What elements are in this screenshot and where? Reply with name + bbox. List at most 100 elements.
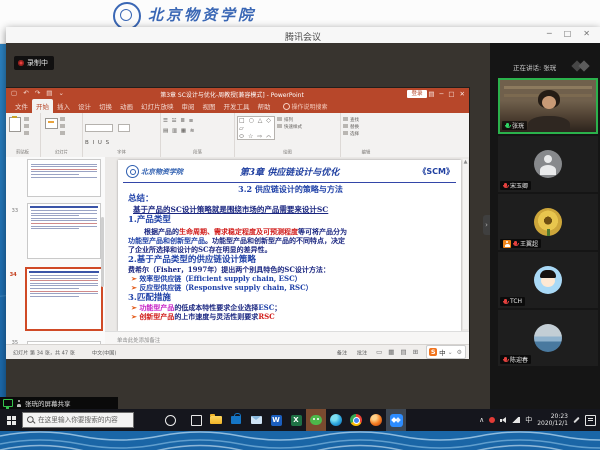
replace-button[interactable]: 替换 [343,123,389,129]
participant-tile-2[interactable]: 王翼超 [498,194,598,250]
volume-icon[interactable] [500,417,507,424]
copy-button[interactable] [24,123,38,129]
notes-pane[interactable]: 单击此处添加备注 [105,331,469,345]
presenter-icon [16,400,22,407]
mail-button[interactable] [246,409,266,431]
ribbon-options-icon[interactable]: ▤ [428,90,434,98]
participant-tile-1[interactable]: 宋玉卿 [498,136,598,192]
comments-toggle[interactable]: 批注 [357,348,367,356]
ime-tools-icons[interactable]: ⌄ ⚙ [448,349,463,356]
tencent-meeting-button[interactable] [386,409,406,431]
maximize-icon[interactable]: □ [564,29,572,38]
cortana-button[interactable] [160,409,180,431]
language-indicator[interactable]: 中文(中国) [92,348,116,356]
mic-muted-icon [503,356,508,363]
sogou-ime-bar[interactable]: S 中 ⌄ ⚙ [426,345,466,359]
participant-list: 张珖宋玉卿王翼超TCH 陈迎春 [498,78,598,409]
ime-indicator[interactable]: 中 [525,415,532,425]
new-slide-button[interactable] [44,116,58,142]
tray-expand-icon[interactable]: ∧ [479,416,484,424]
ribbon-tab-3[interactable]: 设计 [74,99,95,113]
participant-name: 陈迎春 [510,355,528,364]
font-size-box[interactable] [118,124,130,132]
find-button[interactable]: 查找 [343,116,389,122]
sidebar-collapse-handle[interactable]: › [483,215,490,235]
ribbon-tab-9[interactable]: 开发工具 [220,99,254,113]
tray-notification-icon[interactable] [489,417,495,423]
chrome-button[interactable] [346,409,366,431]
quick-styles-button[interactable]: 快速样式 [277,123,338,129]
notes-toggle[interactable]: 备注 [337,348,347,356]
tencent-meeting-logo-icon [572,60,592,72]
slide-scrollbar[interactable]: ▲ [463,159,468,329]
participant-tile-4[interactable]: 陈迎春 [498,310,598,366]
font-style-buttons[interactable]: B I U S [85,140,158,146]
ribbon-tab-10[interactable]: 帮助 [254,99,275,113]
thumbnail-partial[interactable] [27,159,101,197]
sign-in-button[interactable]: 登录 [407,90,427,98]
excel-button[interactable]: X [286,409,306,431]
group-label-drawing: 绘图 [250,148,326,154]
current-slide[interactable]: 北京物资学院 第3章 供应链设计与优化 《SCM》 3.2 供应链设计的策略与方… [118,160,461,331]
thumbnail-slide-33[interactable] [27,203,101,259]
font-name-box[interactable] [85,124,113,132]
ppt-minimize-icon[interactable]: ─ [439,90,443,98]
quick-access-toolbar[interactable]: ▢ ↶ ↷ ▤ ⌄ [11,89,66,97]
task-view-button[interactable] [186,409,206,431]
ocean-avatar [534,324,562,352]
ribbon-tab-7[interactable]: 审阅 [178,99,199,113]
arrange-button[interactable]: 排列 [277,116,338,122]
sogou-icon[interactable]: S [429,348,437,356]
network-icon[interactable] [512,417,520,423]
ppt-close-icon[interactable]: ✕ [460,90,465,98]
taskbar-search[interactable]: 在这里输入你要搜索的内容 [22,412,134,428]
cut-button[interactable] [24,116,38,122]
select-button[interactable]: 选择 [343,130,389,136]
pen-icon[interactable] [573,417,579,423]
layout-button[interactable] [60,116,80,122]
section-button[interactable] [60,130,80,136]
ribbon-tab-5[interactable]: 动画 [116,99,137,113]
tray-clock[interactable]: 20:23 2020/12/1 [537,413,568,427]
mic-muted-icon [513,240,518,247]
close-icon[interactable]: ✕ [583,29,590,38]
thumbnail-slide-34-selected[interactable] [25,267,103,331]
bullet-buttons[interactable]: ☰ ☱ ≣ ≡ [163,118,232,124]
edge-icon [330,414,342,426]
paste-button[interactable] [8,116,22,142]
recording-dot-icon [18,60,24,66]
browser-button[interactable] [366,409,386,431]
tell-me-search[interactable]: 操作说明搜索 [283,102,328,113]
action-center-icon[interactable] [585,415,596,426]
ribbon-tab-1[interactable]: 开始 [32,99,53,113]
ribbon-tab-0[interactable]: 文件 [11,99,32,113]
shapes-gallery[interactable]: □ ○ △ ◇ ▱⬭ ☆ ⇨ ⌒ ✦◻ ◯ ▽ ⟡ ⇦ [237,116,275,140]
slide-line-0: 3.2 供应链设计的策略与方法 [128,185,453,194]
file-explorer-button[interactable] [206,409,226,431]
minimize-icon[interactable]: ─ [547,29,552,38]
wechat-button[interactable] [306,409,326,431]
ribbon-tab-2[interactable]: 插入 [53,99,74,113]
screen: 北京物资学院 腾讯会议 ─ □ ✕ 录制中 ▢ ↶ ↷ ▤ ⌄ 第3章 SC设计… [0,0,600,450]
alignment-buttons[interactable]: ▤ ▥ ▦ ≋ [163,128,232,134]
participant-tile-0[interactable]: 张珖 [498,78,598,134]
view-mode-buttons[interactable]: ▭ ▦ ▤ ⊞ [376,348,420,356]
ribbon-tab-8[interactable]: 视图 [199,99,220,113]
store-button[interactable] [226,409,246,431]
edge-button[interactable] [326,409,346,431]
participant-tile-3[interactable]: TCH [498,252,598,308]
slide-line-1: 总结： [128,195,453,204]
start-button[interactable] [0,409,22,431]
ppt-restore-icon[interactable]: □ [448,90,454,98]
screen-share-banner[interactable]: 张珖的屏幕共享 [0,397,118,409]
reset-button[interactable] [60,123,80,129]
ribbon-tab-6[interactable]: 幻灯片放映 [137,99,178,113]
format-painter-button[interactable] [24,130,38,136]
ribbon-tab-4[interactable]: 切换 [95,99,116,113]
meeting-window-controls: ─ □ ✕ [547,29,590,38]
ribbon-group-slides: 幻灯片 [41,113,83,157]
ime-mode-label[interactable]: 中 [439,347,446,357]
word-button[interactable]: W [266,409,286,431]
thumbnail-scrollbar[interactable] [101,217,104,287]
meeting-body: 录制中 ▢ ↶ ↷ ▤ ⌄ 第3章 SC设计与优化-周教授[兼容模式] - Po… [6,43,600,409]
